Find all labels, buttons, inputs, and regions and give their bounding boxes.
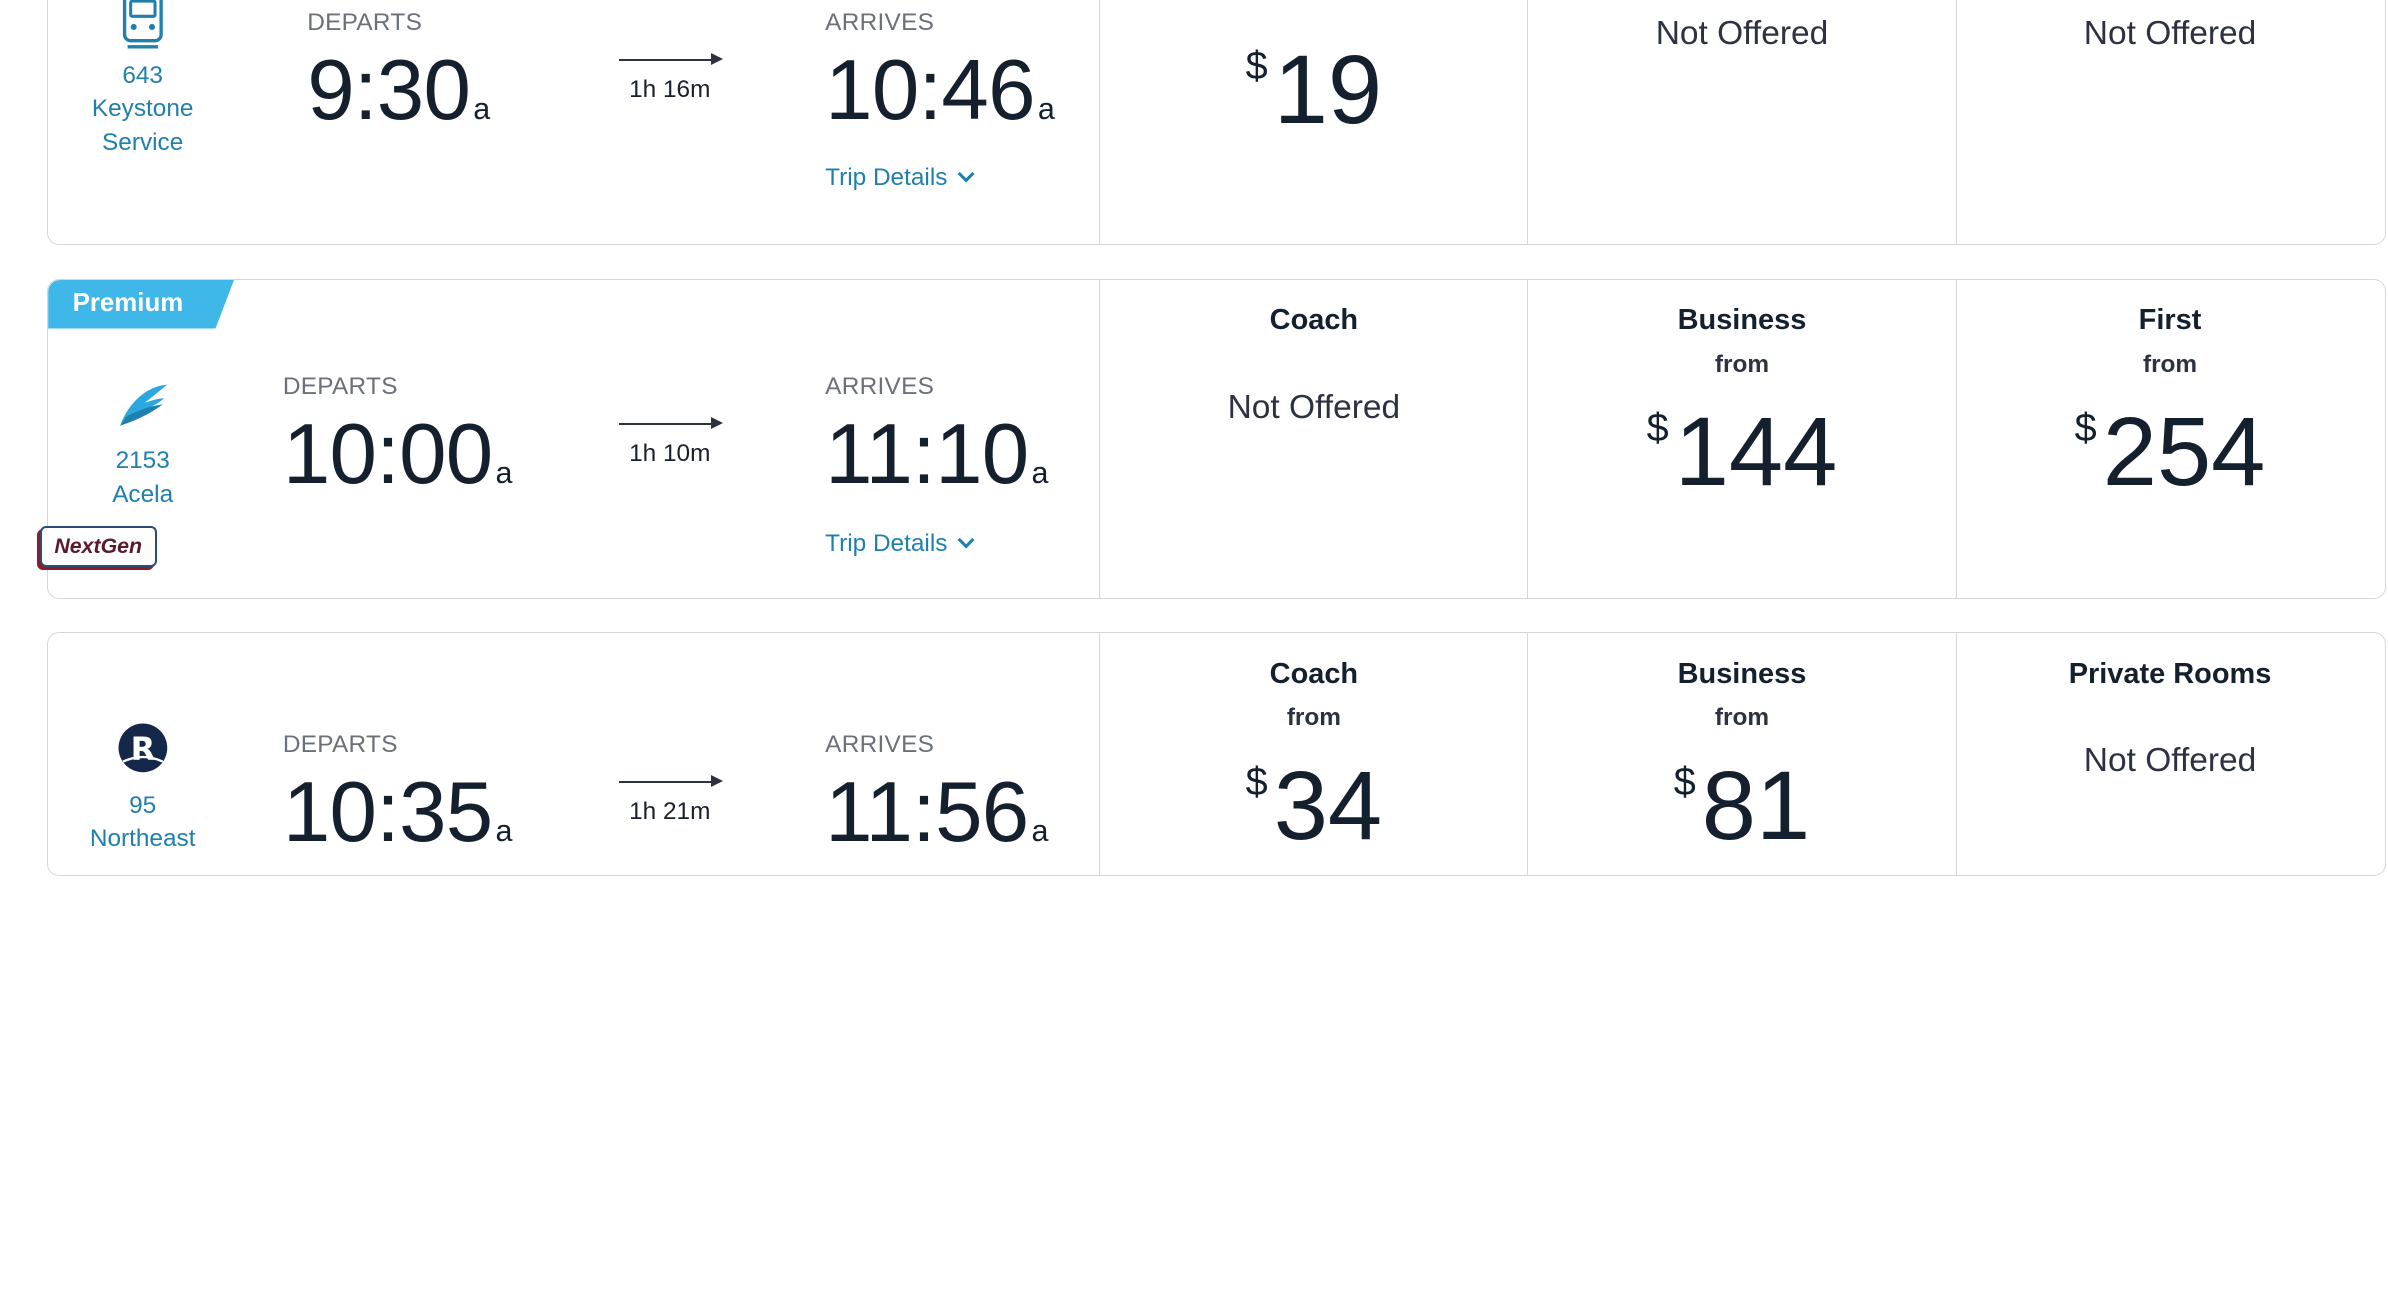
fare-price: $254 (2074, 397, 2266, 507)
not-offered-text: Not Offered (2083, 742, 2257, 780)
train-name: Northeast (89, 825, 196, 853)
fare-from: from (2142, 350, 2198, 378)
train-result-card: Premium 2153 Acela DEPARTS 10:00 a 1h 10m… (47, 278, 2386, 599)
fare-price: $19 (1245, 34, 1383, 144)
trip-details-link[interactable]: Trip Details (825, 164, 975, 192)
duration: 1h 10m (616, 415, 724, 467)
train-number: 643 (122, 61, 163, 89)
fare-business[interactable]: Business from $144 (1527, 279, 1955, 598)
fare-private-rooms: Private Rooms Not Offered (1955, 633, 2384, 875)
fare-price: $34 (1245, 750, 1383, 860)
arrives-time: 11:56 a (825, 765, 1048, 861)
duration: 1h 16m (616, 51, 724, 103)
svg-text:R: R (130, 730, 155, 768)
fare-first[interactable]: First from $254 (1955, 279, 2384, 598)
train-name: Acela (112, 480, 174, 508)
fare-coach[interactable]: $19 (1099, 0, 1527, 245)
train-name: Keystone (91, 95, 194, 123)
departs-time: 10:35 a (282, 765, 513, 861)
not-offered-text: Not Offered (2083, 14, 2257, 52)
chevron-down-icon (957, 165, 975, 183)
nextgen-badge: NextGen (39, 525, 157, 567)
fare-from: from (1286, 704, 1341, 732)
fare-class: Coach (1269, 657, 1359, 690)
arrives-time: 10:46 a (825, 43, 1055, 139)
regional-r-icon: R (118, 723, 168, 772)
arrow-right-icon (616, 773, 724, 791)
fare-price: $144 (1646, 397, 1838, 507)
arrives-time: 11:10 a (825, 407, 1048, 503)
train-name: Service (102, 128, 184, 156)
departs-label: DEPARTS (282, 730, 398, 758)
fare-coach[interactable]: Coach from $34 (1099, 633, 1527, 875)
not-offered-text: Not Offered (1227, 388, 1401, 426)
fare-class: Private Rooms (2068, 657, 2272, 690)
keystone-train-icon (122, 0, 163, 49)
fare-coach: Coach Not Offered (1099, 279, 1527, 598)
fare-class: Business (1677, 657, 1807, 690)
train-number: 95 (129, 791, 157, 819)
acela-wing-icon (119, 384, 168, 427)
duration: 1h 21m (616, 773, 724, 825)
departs-label: DEPARTS (307, 8, 423, 36)
premium-badge: Premium (48, 279, 235, 329)
departs-time: 10:00 a (282, 407, 513, 503)
train-info[interactable]: 643 Keystone Service (48, 0, 237, 159)
not-offered-text: Not Offered (1655, 14, 1829, 52)
arrives-label: ARRIVES (825, 730, 935, 758)
trip-details-link[interactable]: Trip Details (825, 530, 975, 558)
fare-from: from (1714, 350, 1770, 378)
fare-class: Business (1677, 304, 1807, 337)
arrives-label: ARRIVES (825, 8, 935, 36)
train-result-card: R 95 Northeast DEPARTS 10:35 a 1h 21m ARR… (47, 632, 2386, 876)
train-info[interactable]: R 95 Northeast (48, 722, 237, 856)
chevron-down-icon (957, 531, 975, 549)
arrow-right-icon (616, 415, 724, 433)
train-result-card: 643 Keystone Service DEPARTS 9:30 a 1h 16… (47, 0, 2386, 246)
train-number: 2153 (115, 447, 170, 475)
arrives-label: ARRIVES (825, 372, 935, 400)
fare-class: First (2138, 304, 2202, 337)
fare-first: Not Offered (1955, 0, 2384, 245)
departs-time: 9:30 a (307, 43, 490, 139)
fare-business[interactable]: Business from $81 (1527, 633, 1955, 875)
fare-from: from (1714, 704, 1770, 732)
fare-price: $81 (1673, 750, 1811, 860)
arrow-right-icon (616, 51, 724, 69)
fare-business: Not Offered (1527, 0, 1955, 245)
fare-class: Coach (1269, 304, 1359, 337)
departs-label: DEPARTS (282, 372, 398, 400)
train-info[interactable]: 2153 Acela (48, 380, 237, 511)
